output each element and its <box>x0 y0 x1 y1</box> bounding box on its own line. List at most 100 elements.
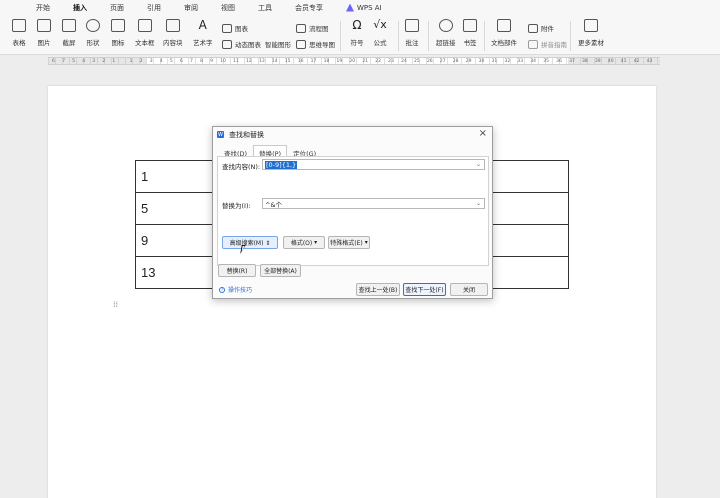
ribbon-separator <box>340 21 341 51</box>
attachment-button[interactable]: 附件 <box>528 23 554 33</box>
dynamic-chart-button[interactable]: 动态图表 <box>222 39 261 49</box>
wps-ai-button[interactable]: WPS AI <box>346 3 382 12</box>
find-previous-button[interactable]: 查找上一处(B) <box>356 283 400 296</box>
ruler-number: 21 <box>362 59 369 64</box>
menu-reference[interactable]: 引用 <box>147 3 161 13</box>
flowchart-button[interactable]: 流程图 <box>296 23 329 33</box>
annotation-button[interactable]: 批注 <box>405 19 419 47</box>
hyperlink-label: 超链接 <box>436 39 456 47</box>
replace-label: 替换为(I): <box>222 202 251 210</box>
dialog-title-bar[interactable]: W 查找和替换 × <box>213 127 492 142</box>
paperclip-icon <box>528 23 538 33</box>
ribbon-separator <box>484 21 485 51</box>
menu-review[interactable]: 审阅 <box>184 3 198 13</box>
ruler-number: 26 <box>426 59 433 64</box>
doc-parts-button[interactable]: 文档部件 <box>491 19 517 47</box>
ruler-number: 31 <box>491 59 498 64</box>
find-input[interactable]: [0-9]{1,} ⌄ <box>262 159 485 170</box>
ruler-number: 1 <box>112 59 116 64</box>
annotation-label: 批注 <box>405 39 419 47</box>
menu-view[interactable]: 视图 <box>221 3 235 13</box>
wordart-label: 艺术字 <box>193 39 213 47</box>
dialog-title: 查找和替换 <box>229 130 264 139</box>
materials-icon <box>584 19 598 32</box>
pinyin-label: 拼音指南 <box>541 41 567 49</box>
omega-icon: Ω <box>352 18 362 32</box>
flowchart-icon <box>296 23 306 33</box>
chart-label: 图表 <box>235 25 248 33</box>
textbox-button[interactable]: 文本框 <box>135 19 155 47</box>
format-dropdown[interactable]: 格式(O) ▾ <box>283 236 325 249</box>
table-label: 表格 <box>12 39 26 47</box>
content-block-label: 内容块 <box>163 39 183 47</box>
content-block-button[interactable]: 内容块 <box>163 19 183 47</box>
menu-page[interactable]: 页面 <box>110 3 124 13</box>
ruler-number: 5 <box>72 59 75 64</box>
ruler-number: 23 <box>388 59 394 64</box>
chart-button[interactable]: 图表 <box>222 23 248 33</box>
special-format-dropdown[interactable]: 特殊格式(E) ▾ <box>328 236 370 249</box>
chevron-down-icon[interactable]: ⌄ <box>476 160 481 170</box>
content-block-icon <box>165 19 180 32</box>
menu-member[interactable]: 会员专享 <box>295 3 323 13</box>
advanced-search-button[interactable]: 高级搜索(M) ⇕ <box>222 236 278 249</box>
ruler-number: 7 <box>62 59 65 64</box>
bookmark-button[interactable]: 书签 <box>463 19 477 47</box>
bookmark-label: 书签 <box>463 39 477 47</box>
ruler-number: 3 <box>92 59 96 64</box>
ruler-number: 16 <box>297 59 304 64</box>
symbol-button[interactable]: Ω 符号 <box>350 19 364 47</box>
smart-shape-button[interactable]: 智能图形 <box>265 39 291 49</box>
wordart-button[interactable]: A 艺术字 <box>193 19 213 47</box>
icon-button[interactable]: 图标 <box>111 19 125 47</box>
menu-start[interactable]: 开始 <box>36 3 50 13</box>
shape-label: 形状 <box>86 39 100 47</box>
shape-button[interactable]: 形状 <box>86 19 100 47</box>
ruler-number: 33 <box>517 59 524 64</box>
screenshot-button[interactable]: 截屏 <box>62 19 76 47</box>
ruler-number: 43 <box>646 59 653 64</box>
mindmap-button[interactable]: 思维导图 <box>296 39 335 49</box>
picture-button[interactable]: 图片 <box>37 19 51 47</box>
more-materials-button[interactable]: 更多素材 <box>578 19 604 47</box>
ruler-number: 14 <box>271 59 278 64</box>
operation-tips-link[interactable]: ? 操作技巧 <box>219 285 252 294</box>
ruler-number: 6 <box>52 59 55 64</box>
menu-insert[interactable]: 插入 <box>73 3 87 17</box>
ruler-number: 4 <box>159 59 163 64</box>
find-next-button[interactable]: 查找下一处(F) <box>403 283 446 296</box>
doc-parts-label: 文档部件 <box>491 39 517 47</box>
hyperlink-button[interactable]: 超链接 <box>436 19 456 47</box>
replace-all-button[interactable]: 全部替换(A) <box>260 264 301 277</box>
pinyin-button[interactable]: 拼音指南 <box>528 39 567 49</box>
ribbon-separator <box>570 21 571 51</box>
find-replace-dialog: W 查找和替换 × 查找(D) 替换(P) 定位(G) 查找内容(N): [0-… <box>212 126 493 299</box>
close-icon[interactable]: × <box>479 128 487 139</box>
table-button[interactable]: 表格 <box>12 19 26 47</box>
ruler-number: 15 <box>284 59 291 64</box>
menu-bar: 开始 插入 页面 引用 审阅 视图 工具 会员专享 WPS AI <box>0 0 720 17</box>
table-move-handle-icon[interactable]: ⁞⁞ <box>113 300 118 309</box>
horizontal-ruler[interactable]: 6 7 5 4 3 2 1 1 2 3 4 5 6 7 8 9 10 11 12 13 14 15 16 17 18 19 20 21… <box>48 57 660 65</box>
ruler-number: 17 <box>310 59 317 64</box>
ruler-number: 27 <box>439 59 446 64</box>
ruler-number: 20 <box>349 59 356 64</box>
ruler-number: 22 <box>375 59 381 64</box>
close-button[interactable]: 关闭 <box>450 283 488 296</box>
chevron-down-icon[interactable]: ⌄ <box>476 199 481 209</box>
formula-button[interactable]: √x 公式 <box>373 18 387 48</box>
dynamic-chart-icon <box>222 39 232 49</box>
ruler-number: 25 <box>414 59 420 64</box>
replace-input[interactable]: ^&个 ⌄ <box>262 198 485 209</box>
table-icon <box>12 19 26 32</box>
menu-tools[interactable]: 工具 <box>258 3 272 13</box>
dynamic-chart-label: 动态图表 <box>235 41 261 49</box>
replace-button[interactable]: 替换(R) <box>218 264 256 277</box>
formula-label: 公式 <box>373 39 387 47</box>
ruler-number: 35 <box>543 59 549 64</box>
screenshot-icon <box>62 19 76 32</box>
textbox-label: 文本框 <box>135 39 155 47</box>
sqrt-icon: √x <box>373 18 387 31</box>
pinyin-icon <box>528 39 538 49</box>
attachment-label: 附件 <box>541 25 554 33</box>
